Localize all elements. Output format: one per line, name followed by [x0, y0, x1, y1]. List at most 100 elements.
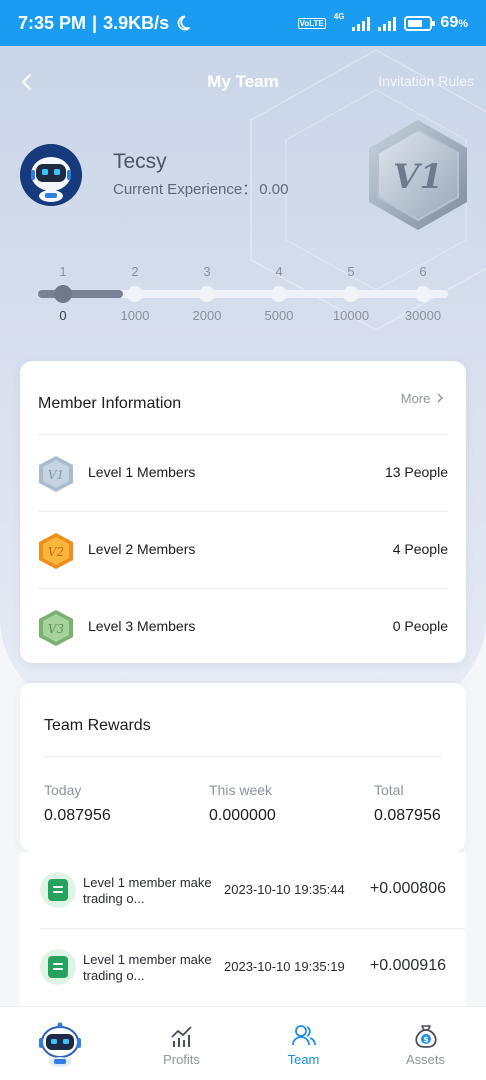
level-threshold: 30000 — [404, 308, 442, 323]
volte-icon: VoLTE — [297, 17, 326, 29]
member-count: 4 People — [392, 541, 448, 557]
current-experience: Current Experience： 0.00 — [113, 178, 288, 199]
tab-label: Team — [287, 1052, 320, 1067]
member-level-label: Level 1 Members — [88, 464, 196, 480]
tab-team[interactable]: Team — [243, 1007, 364, 1080]
battery-level — [408, 19, 423, 27]
status-bar: 7:35 PM | 3.9KB/s VoLTE 4G 69% — [0, 0, 486, 46]
team-icon — [291, 1025, 316, 1046]
status-separator: | — [92, 12, 98, 33]
reward-today: Today 0.087956 — [44, 782, 111, 825]
page-title: My Team — [207, 72, 279, 91]
v2-badge-icon: V2 — [39, 533, 73, 569]
back-arrow-icon[interactable] — [14, 68, 42, 96]
level-number: 5 — [347, 264, 355, 279]
list-item[interactable]: Level 1 member make trading o... 2023-10… — [20, 929, 466, 1005]
top-nav: My Team Invitation Rules — [0, 56, 486, 108]
level-number: 2 — [131, 264, 139, 279]
badge-text: V1 — [393, 157, 443, 197]
experience-label: Current Experience： — [113, 181, 258, 198]
level-dot — [127, 286, 143, 302]
level-number: 4 — [275, 264, 283, 279]
reward-week-label: This week — [209, 782, 273, 798]
v3-badge-text: V3 — [48, 622, 65, 636]
tab-label: Profits — [163, 1052, 200, 1067]
level-badge-icon: V1 — [369, 120, 467, 230]
record-icon — [40, 872, 76, 908]
member-level-label: Level 3 Members — [88, 618, 196, 634]
money-bag-icon: $ — [414, 1025, 437, 1048]
record-icon — [40, 949, 76, 985]
record-description: Level 1 member make trading o... — [83, 952, 212, 983]
tab-label: Assets — [405, 1052, 445, 1067]
more-label: More — [400, 391, 431, 406]
level-dot — [343, 286, 359, 302]
team-rewards-title: Team Rewards — [44, 717, 151, 734]
battery-unit: % — [458, 18, 468, 30]
v2-badge-text: V2 — [48, 545, 64, 559]
reward-total-value: 0.087956 — [374, 807, 441, 824]
battery-icon — [404, 15, 436, 31]
tab-profits[interactable]: Profits — [121, 1007, 242, 1080]
signal-icon-2 — [378, 15, 397, 31]
list-item[interactable]: Level 1 member make trading o... 2023-10… — [20, 852, 466, 929]
signal-icon — [352, 15, 371, 31]
battery-value: 69 — [440, 14, 459, 31]
level-dot — [199, 286, 215, 302]
invitation-rules-link[interactable]: Invitation Rules — [378, 73, 474, 89]
record-time: 2023-10-10 19:35:19 — [224, 959, 345, 974]
avatar — [20, 144, 82, 206]
tab-home[interactable] — [0, 1007, 121, 1080]
network-type: 4G — [333, 12, 345, 21]
member-row-level-3[interactable]: V3 Level 3 Members 0 People — [20, 588, 466, 664]
reward-today-label: Today — [44, 782, 82, 798]
more-link[interactable]: More — [401, 391, 444, 406]
member-information-card: Member Information More V1 Level 1 Membe… — [20, 361, 466, 663]
reward-week-value: 0.000000 — [209, 807, 276, 824]
level-threshold: 5000 — [264, 308, 294, 323]
username: Tecsy — [113, 150, 167, 173]
level-number: 3 — [203, 264, 211, 279]
level-threshold: 10000 — [332, 308, 370, 323]
chart-icon — [170, 1026, 192, 1047]
experience-value: 0.00 — [259, 181, 289, 198]
level-track-fill — [38, 290, 123, 298]
reward-total-label: Total — [374, 782, 404, 798]
member-count: 13 People — [384, 464, 448, 480]
v1-badge-icon: V1 — [39, 456, 73, 492]
member-information-title: Member Information — [38, 395, 182, 412]
record-amount: +0.000916 — [369, 957, 446, 974]
level-threshold: 1000 — [120, 308, 150, 323]
record-description: Level 1 member make trading o... — [83, 875, 212, 906]
robot-icon — [39, 1022, 81, 1067]
chevron-right-icon — [437, 393, 443, 403]
level-dot — [271, 286, 287, 302]
level-track — [38, 290, 448, 298]
reward-total: Total 0.087956 — [374, 782, 441, 825]
level-dot — [415, 286, 431, 302]
record-amount: +0.000806 — [369, 880, 446, 897]
reward-record-list: Level 1 member make trading o... 2023-10… — [20, 852, 466, 1012]
reward-week: This week 0.000000 — [209, 782, 276, 825]
level-dot-current — [54, 285, 72, 303]
level-number: 1 — [59, 264, 67, 279]
member-count: 0 People — [392, 618, 448, 634]
member-row-level-2[interactable]: V2 Level 2 Members 4 People — [20, 511, 466, 587]
v3-badge-icon: V3 — [39, 610, 73, 646]
robot-icon — [20, 144, 82, 206]
team-rewards-card: Team Rewards Today 0.087956 This week 0.… — [20, 683, 466, 852]
svg-text:$: $ — [423, 1035, 429, 1044]
v1-badge-text: V1 — [48, 468, 64, 482]
level-number: 6 — [419, 264, 427, 279]
member-row-level-1[interactable]: V1 Level 1 Members 13 People — [20, 434, 466, 510]
status-time: 7:35 PM — [18, 12, 87, 33]
tab-assets[interactable]: $ Assets — [365, 1007, 486, 1080]
bottom-tab-bar: Profits Team $ Assets — [0, 1006, 486, 1080]
level-threshold: 0 — [59, 308, 67, 323]
divider — [44, 756, 442, 757]
moon-icon — [177, 15, 191, 31]
record-time: 2023-10-10 19:35:44 — [224, 882, 345, 897]
member-level-label: Level 2 Members — [88, 541, 196, 557]
status-net-speed: 3.9KB/s — [103, 12, 170, 33]
battery-percent: 69% — [440, 14, 468, 32]
